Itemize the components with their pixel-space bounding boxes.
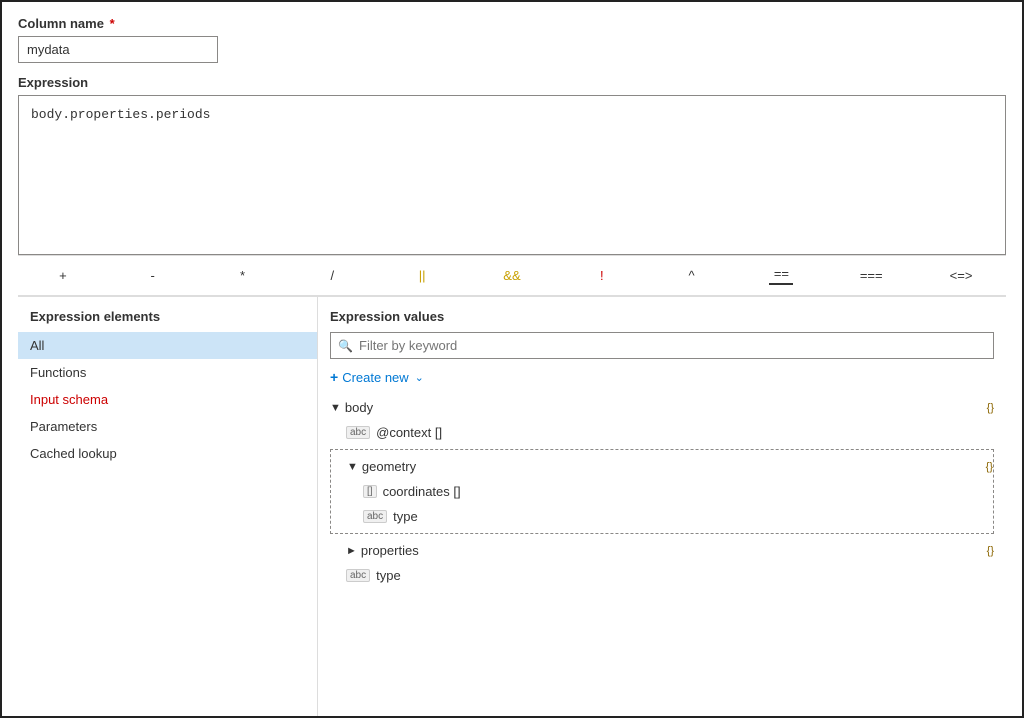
operator-not-button[interactable]: ! [557, 264, 647, 287]
coordinates-label: coordinates [] [383, 484, 993, 499]
expression-label: Expression [18, 75, 1006, 90]
operator-multiply-button[interactable]: * [198, 264, 288, 287]
geometry-box: ▼ geometry {} [] coordinates [] abc type [330, 449, 994, 534]
body-type-badge: {} [987, 402, 994, 414]
bracket-coordinates-icon: [] [363, 485, 377, 498]
tree-item-context[interactable]: abc @context [] [330, 420, 994, 445]
tree-item-type-2[interactable]: abc type [330, 563, 994, 588]
create-new-button[interactable]: + Create new ⌄ [330, 369, 424, 385]
expression-values-panel: Expression values 🔍 + Create new ⌄ ▼ bod… [318, 297, 1006, 716]
type-2-label: type [376, 568, 994, 583]
expression-elements-title: Expression elements [18, 309, 317, 332]
tree-item-type-1[interactable]: abc type [331, 504, 993, 529]
column-name-section: Column name * [18, 16, 1006, 75]
expression-section: Expression body.properties.periods [18, 75, 1006, 255]
column-name-input[interactable] [18, 36, 218, 63]
abc-context-icon: abc [346, 426, 370, 439]
element-functions[interactable]: Functions [18, 359, 317, 386]
context-label: @context [] [376, 425, 994, 440]
bottom-section: Expression elements All Functions Input … [18, 296, 1006, 716]
element-all[interactable]: All [18, 332, 317, 359]
expand-properties-icon: ► [346, 545, 357, 557]
operator-eq-button[interactable]: == [737, 262, 827, 289]
create-new-label: Create new [342, 370, 408, 385]
operator-or-button[interactable]: || [377, 264, 467, 287]
abc-type1-icon: abc [363, 510, 387, 523]
chevron-down-icon: ⌄ [415, 371, 424, 384]
abc-type2-icon: abc [346, 569, 370, 582]
expression-code: body.properties.periods [31, 107, 210, 122]
search-icon: 🔍 [338, 339, 353, 353]
operator-divide-button[interactable]: / [287, 264, 377, 287]
operator-caret-button[interactable]: ^ [647, 264, 737, 287]
collapse-body-icon: ▼ [330, 402, 341, 414]
operator-strict-eq-button[interactable]: === [826, 264, 916, 287]
plus-icon: + [330, 369, 338, 385]
body-label: body [345, 400, 987, 415]
geometry-type-badge: {} [986, 461, 993, 473]
tree-item-coordinates[interactable]: [] coordinates [] [331, 479, 993, 504]
operators-bar: + - * / || && ! ^ == === <=> [18, 255, 1006, 296]
tree-item-body[interactable]: ▼ body {} [330, 395, 994, 420]
geometry-label: geometry [362, 459, 986, 474]
operator-minus-button[interactable]: - [108, 264, 198, 287]
properties-type-badge: {} [987, 545, 994, 557]
element-cached-lookup[interactable]: Cached lookup [18, 440, 317, 467]
collapse-geometry-icon: ▼ [347, 461, 358, 473]
expression-editor[interactable]: body.properties.periods [18, 95, 1006, 255]
expression-elements-panel: Expression elements All Functions Input … [18, 297, 318, 716]
type-1-label: type [393, 509, 993, 524]
operator-plus-button[interactable]: + [18, 264, 108, 287]
column-name-label: Column name * [18, 16, 1006, 31]
tree-item-properties[interactable]: ► properties {} [330, 538, 994, 563]
expression-values-title: Expression values [330, 309, 994, 324]
filter-input-container: 🔍 [330, 332, 994, 359]
main-container: Column name * Expression body.properties… [2, 2, 1022, 716]
operator-spaceship-button[interactable]: <=> [916, 264, 1006, 287]
element-input-schema[interactable]: Input schema [18, 386, 317, 413]
properties-label: properties [361, 543, 987, 558]
filter-input[interactable] [330, 332, 994, 359]
required-indicator: * [106, 16, 115, 31]
operator-and-button[interactable]: && [467, 264, 557, 287]
element-parameters[interactable]: Parameters [18, 413, 317, 440]
tree-item-geometry[interactable]: ▼ geometry {} [331, 454, 993, 479]
